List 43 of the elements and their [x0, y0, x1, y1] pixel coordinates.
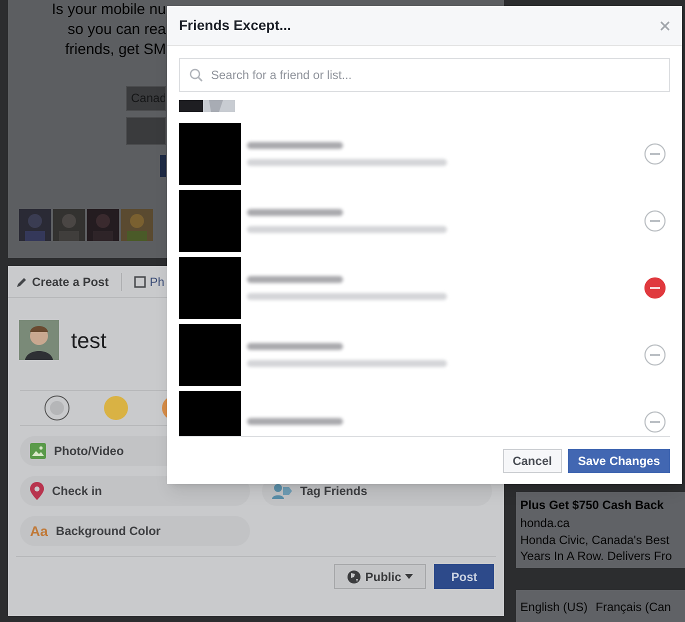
composer-tab[interactable]: Ph: [134, 272, 164, 290]
cancel-button[interactable]: Cancel: [502, 449, 562, 473]
excluded-minus-icon[interactable]: [644, 276, 666, 298]
color-swatch-icon[interactable]: [44, 395, 70, 421]
post-button[interactable]: Post: [434, 564, 494, 589]
ad-title[interactable]: Plus Get $750 Cash Back: [520, 496, 685, 514]
ad-description: Years In A Row. Delivers Fro: [520, 548, 673, 564]
minus-circle-icon[interactable]: [644, 142, 666, 164]
pencil-icon: [16, 276, 28, 288]
search-icon: [189, 68, 203, 82]
person-tag-icon: [272, 483, 292, 499]
photo-icon: [30, 443, 46, 459]
prompt-text: Is your mobile nu: [52, 0, 166, 20]
dialog-title: Friends Except...: [179, 16, 292, 35]
caret-icon: [405, 574, 414, 579]
save-button[interactable]: Save Changes: [568, 449, 670, 473]
redaction-box: [179, 122, 241, 184]
prompt-text: friends, get SM: [65, 40, 166, 60]
minus-circle-icon[interactable]: [644, 344, 666, 366]
language-link[interactable]: English (US): [520, 598, 588, 616]
minus-circle-icon[interactable]: [644, 210, 666, 232]
location-pin-icon: [30, 482, 44, 500]
audience-button[interactable]: Public: [334, 564, 426, 589]
document-icon: [134, 276, 146, 288]
minus-circle-icon[interactable]: [644, 410, 666, 432]
redaction-box: [179, 324, 241, 386]
phone-field[interactable]: [126, 117, 166, 145]
search-field[interactable]: Search for a friend or list...: [179, 58, 670, 92]
post-text: test: [71, 326, 106, 354]
text-style-icon: Aa: [30, 520, 48, 542]
ad-description: Honda Civic, Canada's Best: [520, 532, 670, 548]
globe-icon: [347, 570, 362, 584]
redaction-box: [179, 390, 241, 436]
close-icon[interactable]: [660, 20, 670, 30]
composer-action-button[interactable]: Aa Background Color: [20, 516, 250, 546]
redaction-box: [179, 256, 241, 318]
composer-tab[interactable]: Create a Post: [16, 272, 122, 290]
prompt-text: so you can rea: [68, 20, 166, 40]
redaction-box: [179, 190, 241, 252]
language-link[interactable]: Français (Can: [596, 598, 671, 616]
composer-action-button[interactable]: Check in: [20, 476, 250, 506]
ad-domain[interactable]: honda.ca: [520, 514, 685, 532]
color-swatch-icon[interactable]: [104, 396, 128, 420]
